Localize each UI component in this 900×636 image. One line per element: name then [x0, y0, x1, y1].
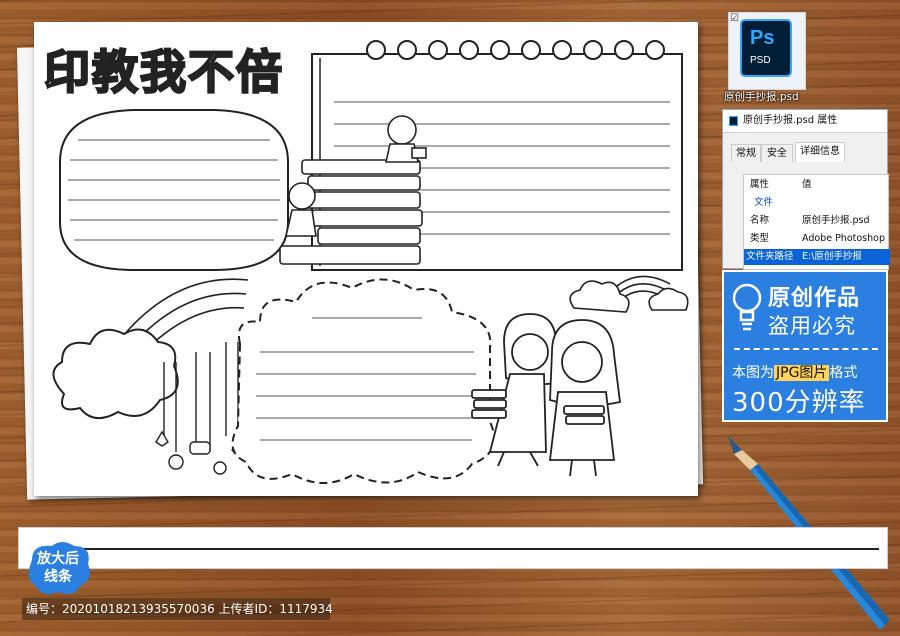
- tab-general[interactable]: 常规: [731, 144, 761, 162]
- cloud-left: [52, 328, 179, 419]
- photoshop-icon: Ps PSD: [740, 19, 792, 77]
- prop-value: Adobe Photoshop: [802, 233, 885, 244]
- poster-artwork: 印教我不倍: [43, 40, 689, 484]
- header-name: 属性: [750, 179, 770, 190]
- line-zoom-strip: [18, 527, 888, 569]
- poster-title: 印教我不倍: [44, 45, 284, 99]
- cloud-right: [569, 280, 689, 313]
- ps-icon-letters: Ps: [750, 27, 775, 49]
- promo-infringement-warning: 盗用必究: [768, 314, 856, 338]
- badge-line1: 放大后: [37, 551, 79, 567]
- footer-id-value: 20201018213935570036: [62, 602, 215, 616]
- header-value: 值: [802, 179, 812, 190]
- girl-right: [548, 319, 621, 477]
- psd-file-thumbnail[interactable]: ☑ Ps PSD: [728, 12, 806, 90]
- promo-resolution: 300分辨率: [732, 388, 866, 418]
- dialog-title-bar: 原创手抄报.psd 属性: [723, 110, 887, 133]
- dashed-cloud-box: [231, 278, 496, 484]
- prop-name: 名称: [750, 215, 770, 226]
- psd-filename[interactable]: 原创手抄报.psd: [724, 89, 814, 104]
- prop-value: 原创手抄报.psd: [802, 215, 870, 226]
- properties-header-row: 属性 值: [744, 177, 890, 193]
- promo-original-work: 原创作品: [768, 286, 861, 311]
- poster-sheet: 印教我不倍: [34, 22, 698, 496]
- tab-details[interactable]: 详细信息: [795, 142, 845, 162]
- promo-format-pre: 本图为: [732, 365, 774, 381]
- footer-uploader-value: 1117934: [279, 602, 333, 616]
- badge-line2: 线条: [44, 569, 72, 585]
- properties-list: 属性 值 文件 名称 原创手抄报.psd 类型 Adobe Photoshop …: [743, 174, 890, 270]
- prop-name: 类型: [750, 233, 770, 244]
- tab-security[interactable]: 安全: [761, 144, 793, 162]
- section-row: 文件: [744, 195, 890, 211]
- property-row-type[interactable]: 类型 Adobe Photoshop: [744, 231, 890, 247]
- zoomed-line: [79, 548, 879, 550]
- footer-id-label: 编号：: [26, 602, 63, 616]
- round-textbox: [59, 109, 289, 271]
- promo-divider: [734, 348, 878, 350]
- property-row-name[interactable]: 名称 原创手抄报.psd: [744, 213, 890, 229]
- promo-format-highlight: JPG图片: [774, 365, 830, 381]
- promo-format-post: 格式: [829, 365, 858, 381]
- property-row-folder[interactable]: 文件夹路径 E:\原创手抄报: [744, 249, 890, 265]
- section-file: 文件: [754, 197, 774, 208]
- ps-file-icon: [729, 116, 738, 126]
- reading-child-left: [284, 182, 317, 237]
- lightbulb-icon: [732, 283, 762, 331]
- prop-value: E:\原创手抄报: [802, 251, 862, 262]
- copyright-notice: 原创作品 盗用必究 本图为 JPG图片 格式 300分辨率: [722, 270, 888, 422]
- checkbox-icon[interactable]: ☑: [730, 13, 739, 24]
- dialog-title: 原创手抄报.psd 属性: [743, 115, 838, 126]
- footer-info-bar: 编号：20201018213935570036 上传者ID：1117934: [22, 598, 333, 620]
- prop-name: 文件夹路径: [746, 251, 794, 262]
- promo-format-line: 本图为 JPG图片 格式: [732, 362, 857, 382]
- file-properties-dialog: 原创手抄报.psd 属性 常规 安全 详细信息 属性 值 文件 名称 原创手抄报…: [722, 109, 890, 270]
- ps-icon-ext: PSD: [750, 55, 771, 66]
- footer-uploader-label: 上传者ID：: [218, 602, 280, 616]
